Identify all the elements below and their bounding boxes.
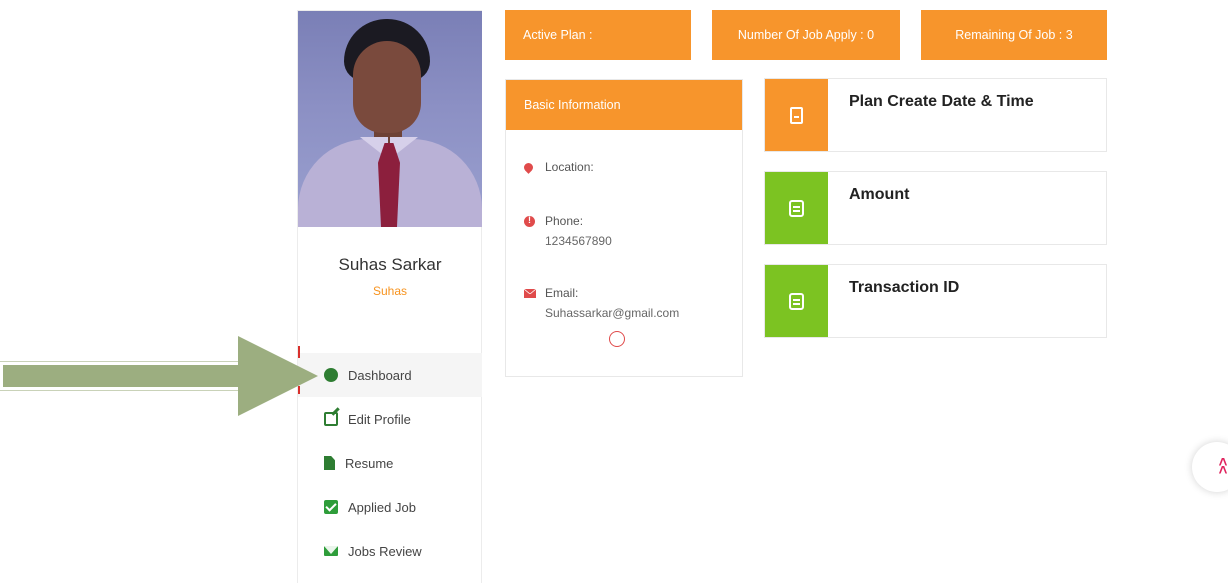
transaction-id-card: Transaction ID — [764, 264, 1107, 338]
basic-info-title: Basic Information — [506, 80, 742, 130]
card-title: Amount — [849, 186, 910, 203]
sidebar-item-label: Jobs Review — [348, 543, 422, 559]
basic-info-panel: Basic Information Location: Phone: 12345… — [505, 79, 743, 377]
sidebar-item-label: Applied Job — [348, 499, 416, 515]
dashboard-icon — [324, 368, 338, 382]
profile-username: Suhas — [372, 284, 408, 298]
jobs-applied-stat: Number Of Job Apply : 0 — [712, 10, 900, 60]
jobs-applied-label: Number Of Job Apply : 0 — [737, 28, 875, 42]
receipt-icon — [789, 199, 804, 217]
loading-circle-icon — [609, 331, 625, 347]
sidebar-item-applied-job[interactable]: Applied Job — [298, 485, 482, 529]
profile-sidebar: Suhas Sarkar Suhas Dashboard Edit Profil… — [297, 10, 482, 583]
profile-name: Suhas Sarkar — [338, 255, 442, 274]
sidebar-item-edit-profile[interactable]: Edit Profile — [298, 397, 482, 441]
chevron-up-icon: ˄ — [1218, 462, 1228, 479]
amount-card: Amount — [764, 171, 1107, 245]
annotation-arrow-head — [238, 336, 318, 416]
location-label: Location: — [545, 160, 594, 174]
location-row: Location: — [522, 160, 594, 174]
email-label: Email: — [545, 286, 579, 300]
info-icon — [524, 215, 535, 227]
sidebar-item-label: Dashboard — [348, 367, 412, 383]
sidebar-item-resume[interactable]: Resume — [298, 441, 482, 485]
card-title: Plan Create Date & Time — [849, 93, 1034, 110]
check-square-icon — [324, 500, 338, 514]
remaining-jobs-label: Remaining Of Job : 3 — [955, 28, 1073, 42]
active-plan-stat: Active Plan : — [505, 10, 691, 60]
remaining-jobs-stat: Remaining Of Job : 3 — [921, 10, 1107, 60]
card-icon-box — [765, 172, 828, 244]
profile-photo — [298, 11, 482, 227]
sidebar-item-jobs-review[interactable]: Jobs Review — [298, 529, 482, 573]
edit-icon — [324, 412, 338, 426]
email-row: Email: Suhassarkar@gmail.com — [524, 286, 679, 320]
phone-value: 1234567890 — [545, 234, 612, 248]
phone-label: Phone: — [545, 214, 584, 228]
envelope-icon — [524, 288, 536, 298]
card-icon-box — [765, 265, 828, 337]
book-icon — [790, 106, 803, 124]
sidebar-item-label: Resume — [345, 455, 394, 471]
plan-date-card: Plan Create Date & Time — [764, 78, 1107, 152]
card-icon-box — [765, 79, 828, 151]
annotation-arrow — [0, 361, 263, 391]
sidebar-item-label: Edit Profile — [348, 411, 411, 427]
sidebar-menu: Dashboard Edit Profile Resume Applied Jo… — [298, 353, 482, 573]
email-value: Suhassarkar@gmail.com — [545, 306, 680, 320]
phone-row: Phone: 1234567890 — [524, 214, 612, 248]
file-icon — [324, 456, 335, 470]
location-pin-icon — [522, 160, 535, 174]
scroll-top-button[interactable]: ˄ ˄ — [1192, 442, 1228, 492]
receipt-icon — [789, 292, 804, 310]
card-title: Transaction ID — [849, 279, 960, 296]
envelope-icon — [324, 546, 338, 556]
sidebar-item-dashboard[interactable]: Dashboard — [298, 353, 482, 397]
active-plan-label: Active Plan : — [523, 28, 593, 42]
